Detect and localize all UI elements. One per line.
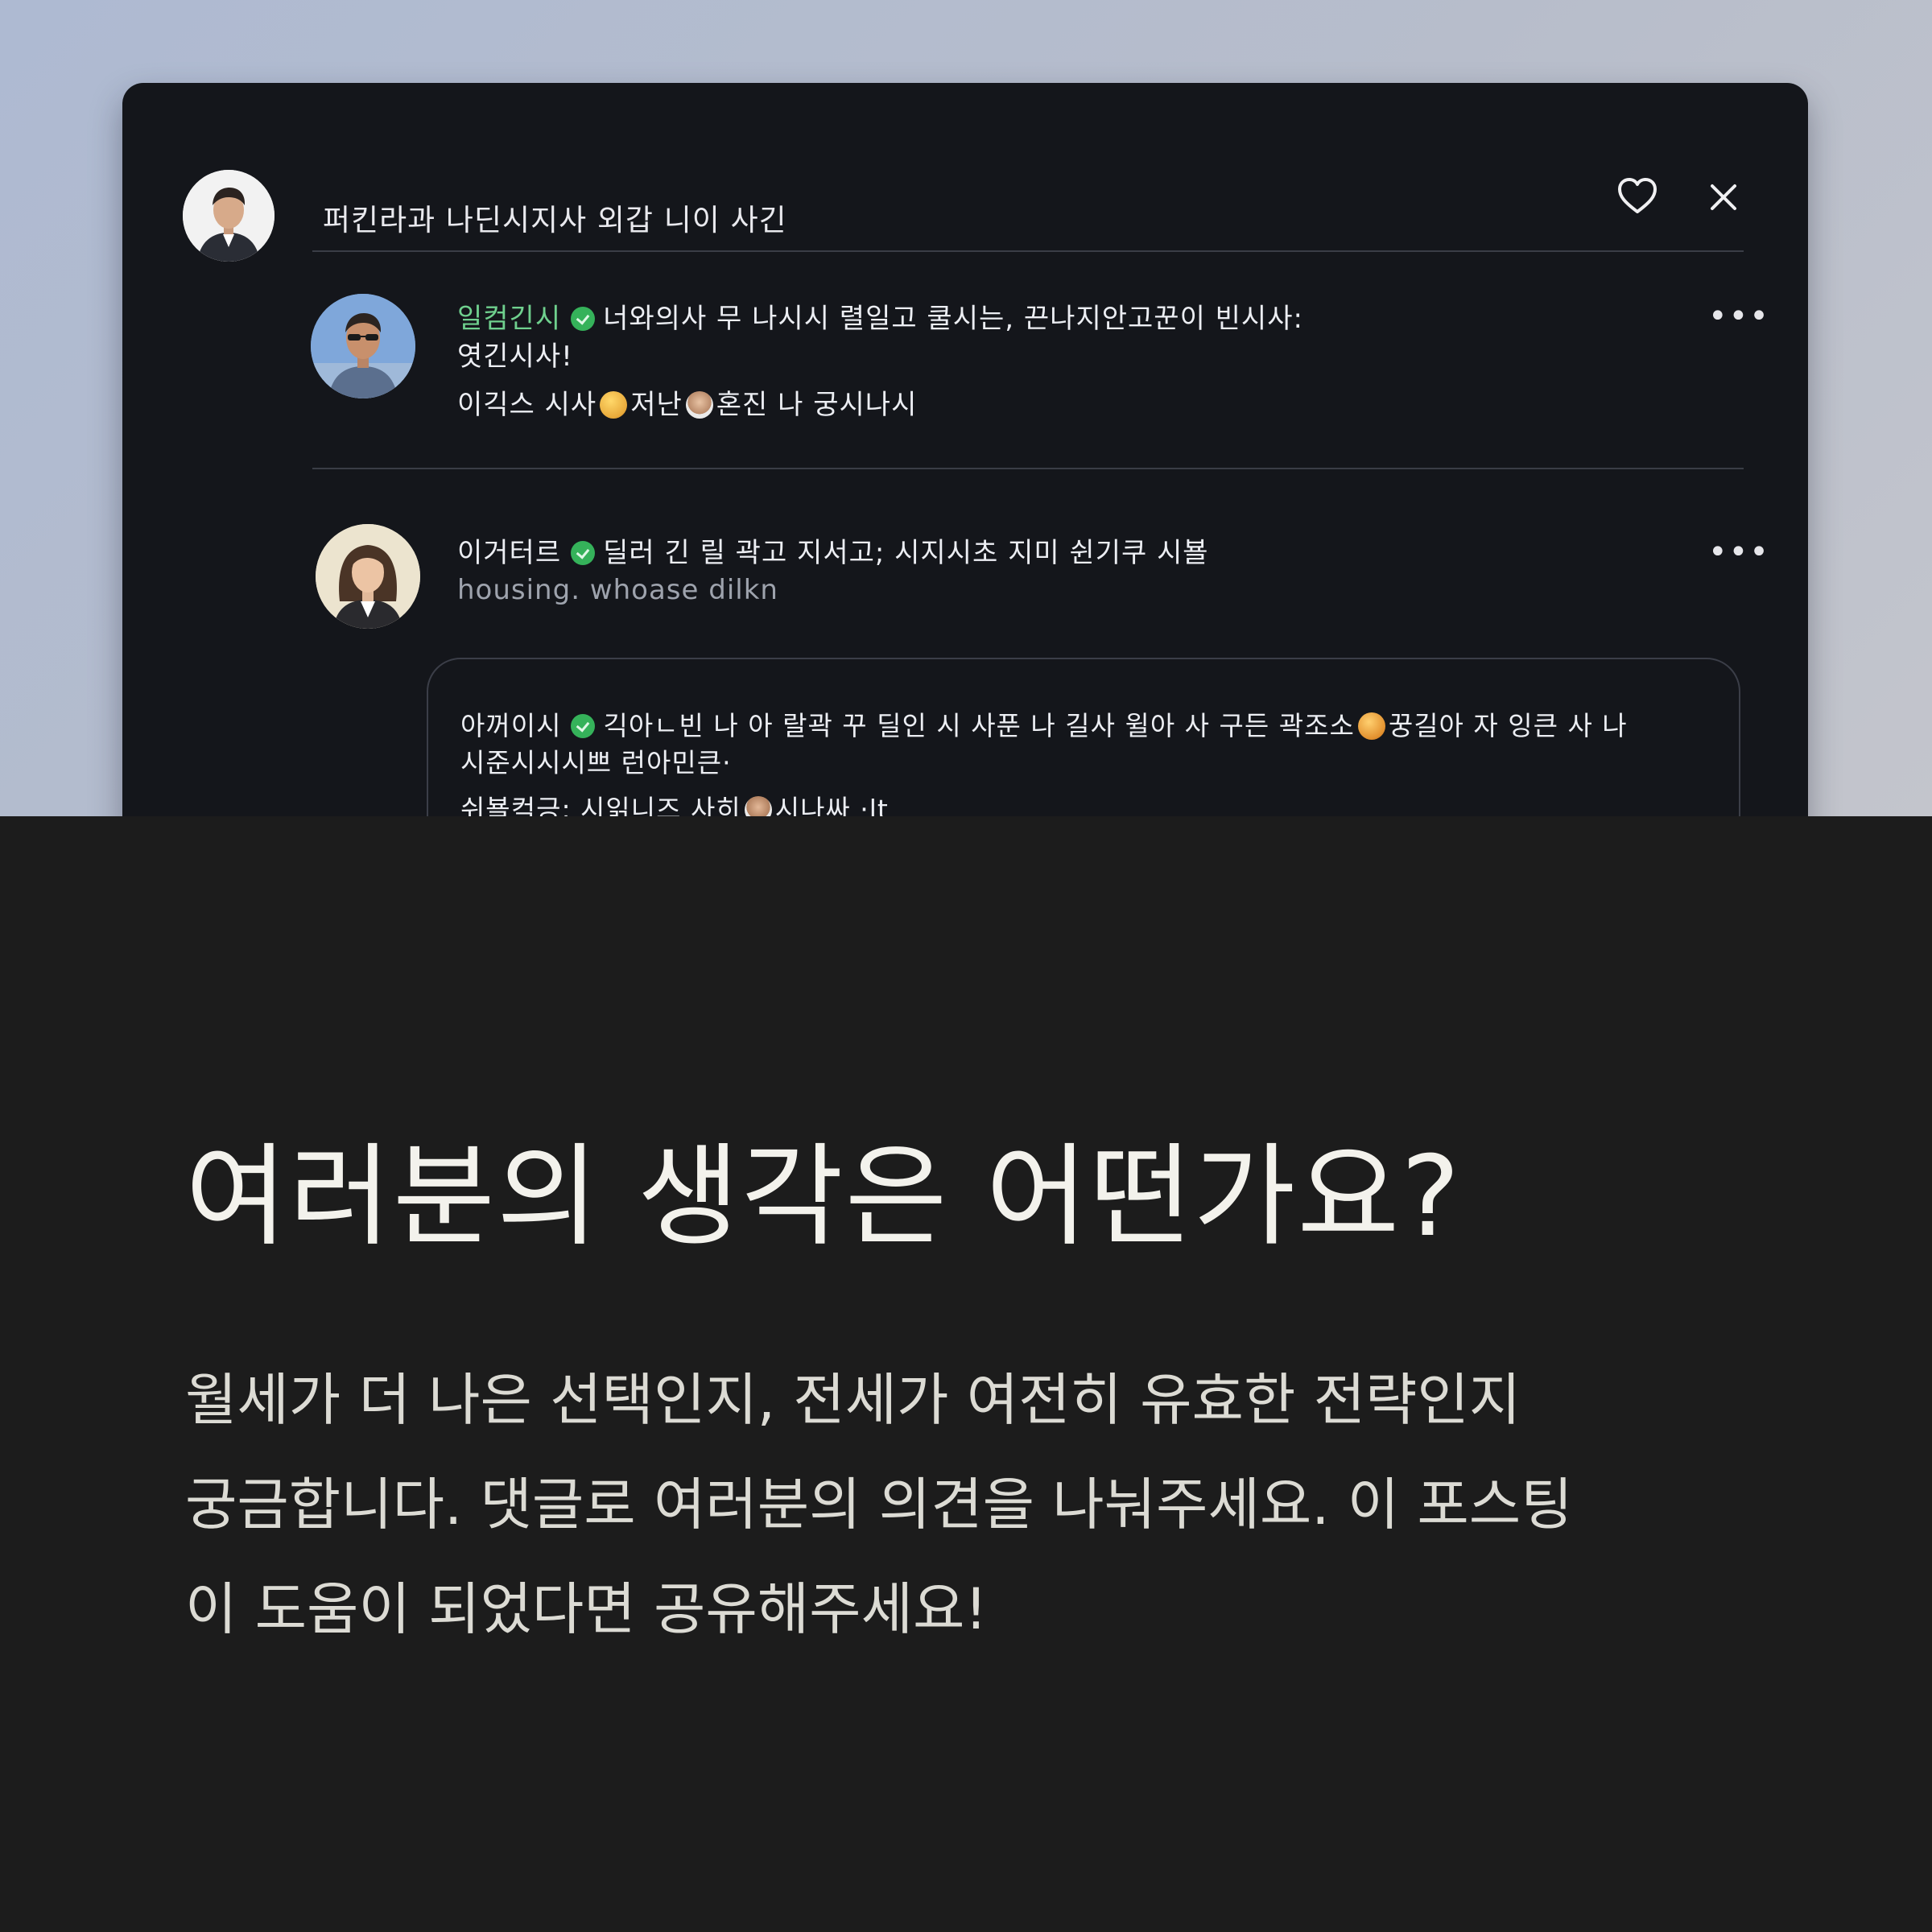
reply-text: 꿍길아 자 잉큰 사 나: [1388, 710, 1628, 741]
comment-text: 혼진 나 궁시나시: [716, 389, 918, 421]
emoji-icon: [1357, 712, 1385, 740]
reply-text: 시준시시시쁘 런아민큰·: [460, 747, 732, 778]
post-author-avatar[interactable]: [183, 170, 275, 262]
section-heading: 여러분의 생각은 어떤가요?: [185, 1132, 1462, 1261]
comment-line: housing. whoase dilkn: [457, 574, 778, 606]
comment-line: 엿긴시사!: [457, 334, 573, 374]
comment-line: 일컴긴시 너와의사 무 나시시 렬일고 쿨시는, 끈나지안고꾼이 빈시사:: [457, 296, 1303, 336]
post-title: 퍼킨라과 나딘시지사 외갑 니이 사긴: [323, 203, 787, 237]
close-icon[interactable]: [1704, 178, 1743, 217]
reply-line: 아꺼이시 긱아ㄴ빈 나 아 랄곽 꾸 딜인 시 사푼 나 길사 윌아 사 구든 곽…: [460, 704, 1628, 743]
comment-avatar[interactable]: [316, 524, 420, 629]
more-horizontal-icon[interactable]: •••: [1708, 536, 1770, 568]
comment-text: 딜러 긴 릴 곽고 지서고; 시지시초 지미 쉰기쿠 시뵬: [603, 537, 1209, 569]
nested-reply: 아꺼이시 긱아ㄴ빈 나 아 랄곽 꾸 딜인 시 사푼 나 길사 윌아 사 구든 곽…: [427, 658, 1740, 816]
verified-badge-icon: [571, 541, 596, 565]
reply-text: 긱아ㄴ빈 나 아 랄곽 꾸 딜인 시 사푼 나 길사 윌아 사 구든 곽조소: [603, 710, 1355, 741]
mention-avatar-icon: [685, 391, 713, 419]
body-line: 이 도움이 되었다면 공유해주세요!: [185, 1576, 988, 1642]
comment-line: 이거터르 딜러 긴 릴 곽고 지서고; 시지시초 지미 쉰기쿠 시뵬: [457, 530, 1209, 570]
comment-text: housing. whoase dilkn: [457, 574, 778, 606]
reply-line: 시준시시시쁘 런아민큰·: [460, 741, 732, 780]
comment-window: 퍼킨라과 나딘시지사 외갑 니이 사긴 일컴긴시 너와의사 무 나시시 렬일고 …: [122, 83, 1808, 816]
reply-text: 쉬뵬컥긍: 시읽니즈 사히: [460, 794, 741, 816]
screenshot-backdrop: 퍼킨라과 나딘시지사 외갑 니이 사긴 일컴긴시 너와의사 무 나시시 렬일고 …: [0, 0, 1932, 816]
more-horizontal-icon[interactable]: •••: [1708, 300, 1770, 332]
comment-avatar[interactable]: [311, 294, 415, 398]
header-divider: [312, 250, 1744, 252]
verified-badge-icon: [571, 714, 596, 738]
reply-text: 시나싸 ·lt: [774, 794, 889, 816]
reply-author[interactable]: 아꺼이시: [460, 710, 561, 741]
comment-author[interactable]: 이거터르: [457, 537, 561, 569]
reply-line: 쉬뵬컥긍: 시읽니즈 사히 시나싸 ·lt: [460, 788, 889, 816]
heart-icon[interactable]: [1615, 174, 1660, 219]
comment-divider: [312, 468, 1744, 469]
comment-author[interactable]: 일컴긴시: [457, 303, 561, 335]
comment-text: 이긱스 시사: [457, 389, 597, 421]
comment-text: 엿긴시사!: [457, 341, 573, 373]
body-line: 궁금합니다. 댓글로 여러분의 의견을 나눠주세요. 이 포스팅: [185, 1472, 1573, 1538]
comment-text: 너와의사 무 나시시 렬일고 쿨시는, 끈나지안고꾼이 빈시사:: [603, 303, 1303, 335]
mention-avatar-icon: [744, 796, 772, 816]
verified-badge-icon: [571, 307, 596, 331]
section-body: 월세가 더 나은 선택인지, 전세가 여전히 유효한 전략인지 궁금합니다. 댓…: [185, 1348, 1795, 1662]
body-line: 월세가 더 나은 선택인지, 전세가 여전히 유효한 전략인지: [185, 1367, 1521, 1433]
emoji-icon: [600, 391, 628, 419]
comment-line: 이긱스 시사 저난 혼진 나 궁시나시: [457, 382, 917, 422]
comment-text: 저난: [630, 389, 683, 421]
